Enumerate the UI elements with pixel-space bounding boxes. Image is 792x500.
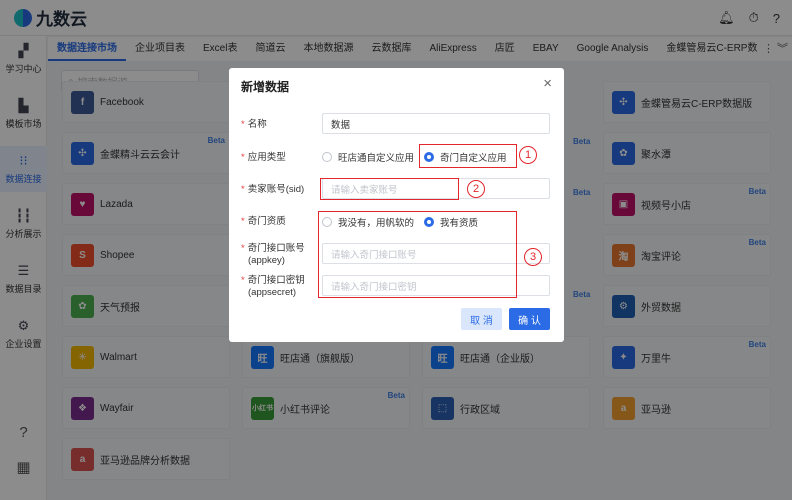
app-type-label: * 应用类型 (241, 152, 286, 163)
seller-account-label: * 卖家账号(sid) (241, 184, 305, 195)
appsecret-label: * 奇门接口密钥 (appsecret) (241, 275, 305, 298)
app-type-radio-wangdiantong[interactable]: 旺店通自定义应用 (322, 150, 414, 164)
annotation-box-2 (320, 178, 459, 200)
annotation-box-1 (419, 144, 517, 168)
radio-off-icon (322, 152, 332, 162)
annotation-number-3: 3 (524, 248, 542, 266)
modal-title: 新增数据 (241, 80, 290, 94)
cancel-button[interactable]: 取 消 (461, 308, 502, 330)
name-field[interactable]: 数据 (322, 113, 550, 134)
annotation-number-1: 1 (519, 146, 537, 164)
add-data-modal: 新增数据 × * 名称 数据 * 应用类型 旺店通自定义应用 奇门自定义应用 * 卖家… (229, 68, 564, 342)
name-label: * 名称 (241, 119, 267, 130)
annotation-number-2: 2 (467, 180, 485, 198)
annotation-box-3 (318, 211, 517, 298)
confirm-button[interactable]: 确 认 (509, 308, 550, 330)
appkey-label: * 奇门接口账号 (appkey) (241, 243, 305, 266)
close-icon[interactable]: × (543, 75, 552, 92)
qimen-resource-label: * 奇门资质 (241, 216, 286, 227)
